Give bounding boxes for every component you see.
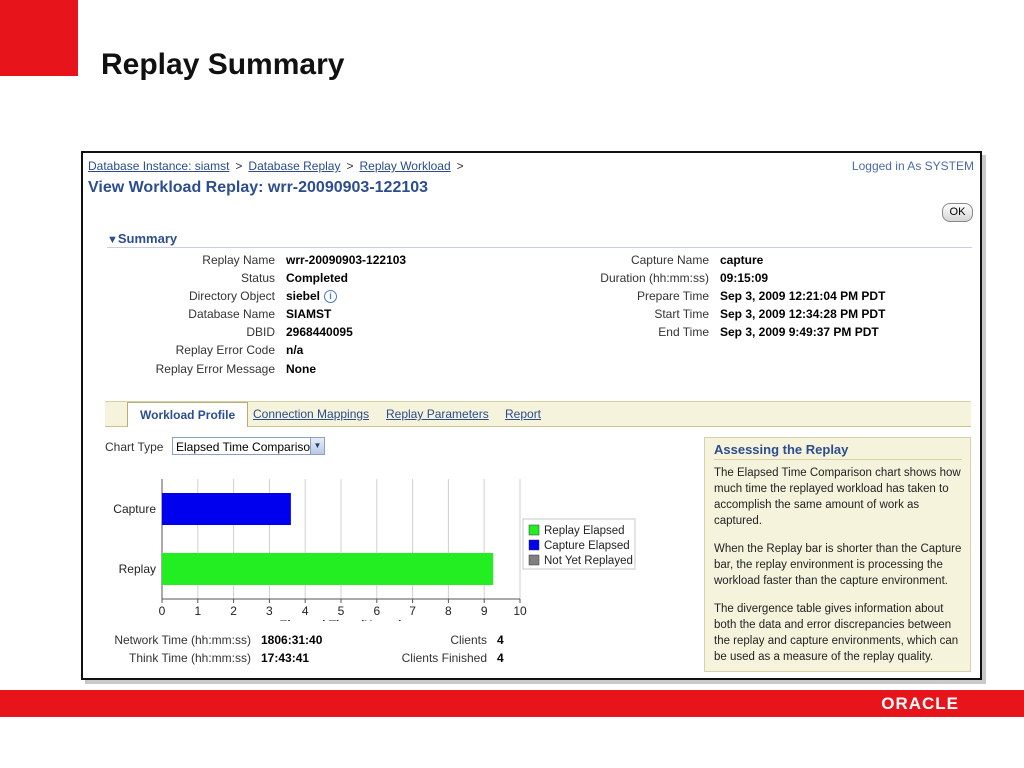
think-time-label: Think Time (hh:mm:ss)	[128, 651, 251, 665]
status-value: Completed	[286, 271, 349, 285]
capture-name-value: capture	[720, 253, 764, 267]
end-time-label: End Time	[658, 325, 709, 339]
tab-report[interactable]: Report	[505, 402, 541, 426]
dbid-value: 2968440095	[286, 325, 353, 339]
tab-replay-parameters[interactable]: Replay Parameters	[386, 402, 489, 426]
capture-name-label: Capture Name	[630, 253, 709, 267]
prepare-time-label: Prepare Time	[636, 289, 709, 303]
summary-heading: Summary	[117, 231, 178, 246]
summary-header[interactable]: ▼Summary	[107, 231, 972, 248]
start-time-label: Start Time	[654, 307, 709, 321]
x-tick-label: 7	[409, 604, 416, 618]
network-time-label: Network Time (hh:mm:ss)	[114, 633, 251, 647]
clients-finished-label: Clients Finished	[401, 651, 487, 665]
legend-label: Not Yet Replayed	[544, 555, 633, 567]
assessing-paragraph-3: The divergence table gives information a…	[714, 603, 959, 663]
tab-bar: Workload Profile Connection Mappings Rep…	[105, 401, 971, 427]
x-tick-label: 0	[159, 604, 166, 618]
replay-name-label: Replay Name	[202, 253, 275, 267]
directory-object-label: Directory Object	[188, 289, 275, 303]
chart-type-label: Chart Type	[105, 440, 164, 454]
dbid-label: DBID	[246, 325, 275, 339]
legend-swatch	[528, 539, 540, 551]
x-tick-label: 10	[513, 604, 527, 618]
clients-finished-value: 4	[497, 651, 504, 665]
chevron-down-icon[interactable]: ▼	[310, 438, 324, 454]
breadcrumb-replay-workload[interactable]: Replay Workload	[360, 159, 451, 173]
replay-name-value: wrr-20090903-122103	[286, 253, 407, 267]
collapse-triangle-icon[interactable]: ▼	[107, 234, 118, 246]
clients-value: 4	[497, 633, 504, 647]
legend-label: Replay Elapsed	[544, 525, 625, 537]
breadcrumb: Database Instance: siamst > Database Repla…	[88, 159, 464, 173]
footer-bar: ORACLE	[0, 690, 1024, 717]
end-time-value: Sep 3, 2009 9:49:37 PM PDT	[720, 325, 879, 339]
info-icon[interactable]: i	[324, 290, 338, 304]
legend-swatch	[528, 554, 540, 566]
assessing-panel: Assessing the Replay The Elapsed Time Co…	[704, 437, 971, 672]
bar-replay	[162, 553, 494, 585]
x-tick-label: 3	[266, 604, 273, 618]
tab-workload-profile[interactable]: Workload Profile	[127, 402, 249, 427]
elapsed-time-chart: Capture Replay 0 1 2 3 4 5 6 7 8 9 10 Elapsed Time (H…	[113, 479, 636, 621]
x-tick-label: 6	[373, 604, 380, 618]
legend-label: Capture Elapsed	[544, 540, 630, 552]
assessing-paragraph-2: When the Replay bar is shorter than the …	[714, 543, 962, 587]
prepare-time-value: Sep 3, 2009 12:21:04 PM PDT	[720, 289, 886, 303]
database-name-value: SIAMST	[286, 307, 332, 321]
chart-type-select[interactable]: Elapsed Time Comparison ▼	[172, 437, 325, 455]
duration-label: Duration (hh:mm:ss)	[600, 271, 709, 285]
em-screenshot: Database Instance: siamst > Database Repla…	[81, 151, 982, 680]
x-tick-label: 8	[445, 604, 452, 618]
x-tick-label: 2	[230, 604, 237, 618]
ok-button[interactable]: OK	[942, 203, 973, 222]
x-tick-label: 5	[338, 604, 345, 618]
legend-swatch	[528, 524, 540, 536]
category-label: Capture	[113, 502, 156, 516]
category-label: Replay	[119, 562, 156, 576]
breadcrumb-database-instance[interactable]: Database Instance: siamst	[88, 159, 229, 173]
network-time-value: 1806:31:40	[261, 633, 323, 647]
directory-object-value: siebel i	[286, 287, 338, 305]
think-time-value: 17:43:41	[261, 651, 310, 665]
chart-type-selected: Elapsed Time Comparison	[176, 440, 317, 454]
status-label: Status	[240, 271, 275, 285]
assessing-paragraph-1: The Elapsed Time Comparison chart shows …	[714, 467, 961, 527]
login-status: Logged in As SYSTEM	[851, 159, 974, 173]
x-tick-label: 9	[481, 604, 488, 618]
replay-error-message-label: Replay Error Message	[155, 362, 275, 376]
x-axis-label: Elapsed Time (Hours)	[279, 618, 402, 621]
replay-error-code-value: n/a	[286, 343, 304, 357]
page-title: View Workload Replay: wrr-20090903-12210…	[88, 179, 429, 196]
assessing-title: Assessing the Replay	[714, 442, 962, 460]
replay-error-message-value: None	[286, 362, 316, 376]
database-name-label: Database Name	[188, 307, 275, 321]
bar-capture	[162, 493, 291, 525]
duration-value: 09:15:09	[720, 271, 769, 285]
tab-connection-mappings[interactable]: Connection Mappings	[253, 402, 369, 426]
oracle-logo: ORACLE	[881, 694, 959, 713]
start-time-value: Sep 3, 2009 12:34:28 PM PDT	[720, 307, 886, 321]
x-tick-label: 1	[194, 604, 201, 618]
red-corner-block	[0, 0, 78, 76]
slide-title: Replay Summary	[101, 48, 345, 81]
x-tick-label: 4	[302, 604, 309, 618]
clients-label: Clients	[450, 633, 487, 647]
breadcrumb-database-replay[interactable]: Database Replay	[248, 159, 340, 173]
replay-error-code-label: Replay Error Code	[175, 343, 275, 357]
